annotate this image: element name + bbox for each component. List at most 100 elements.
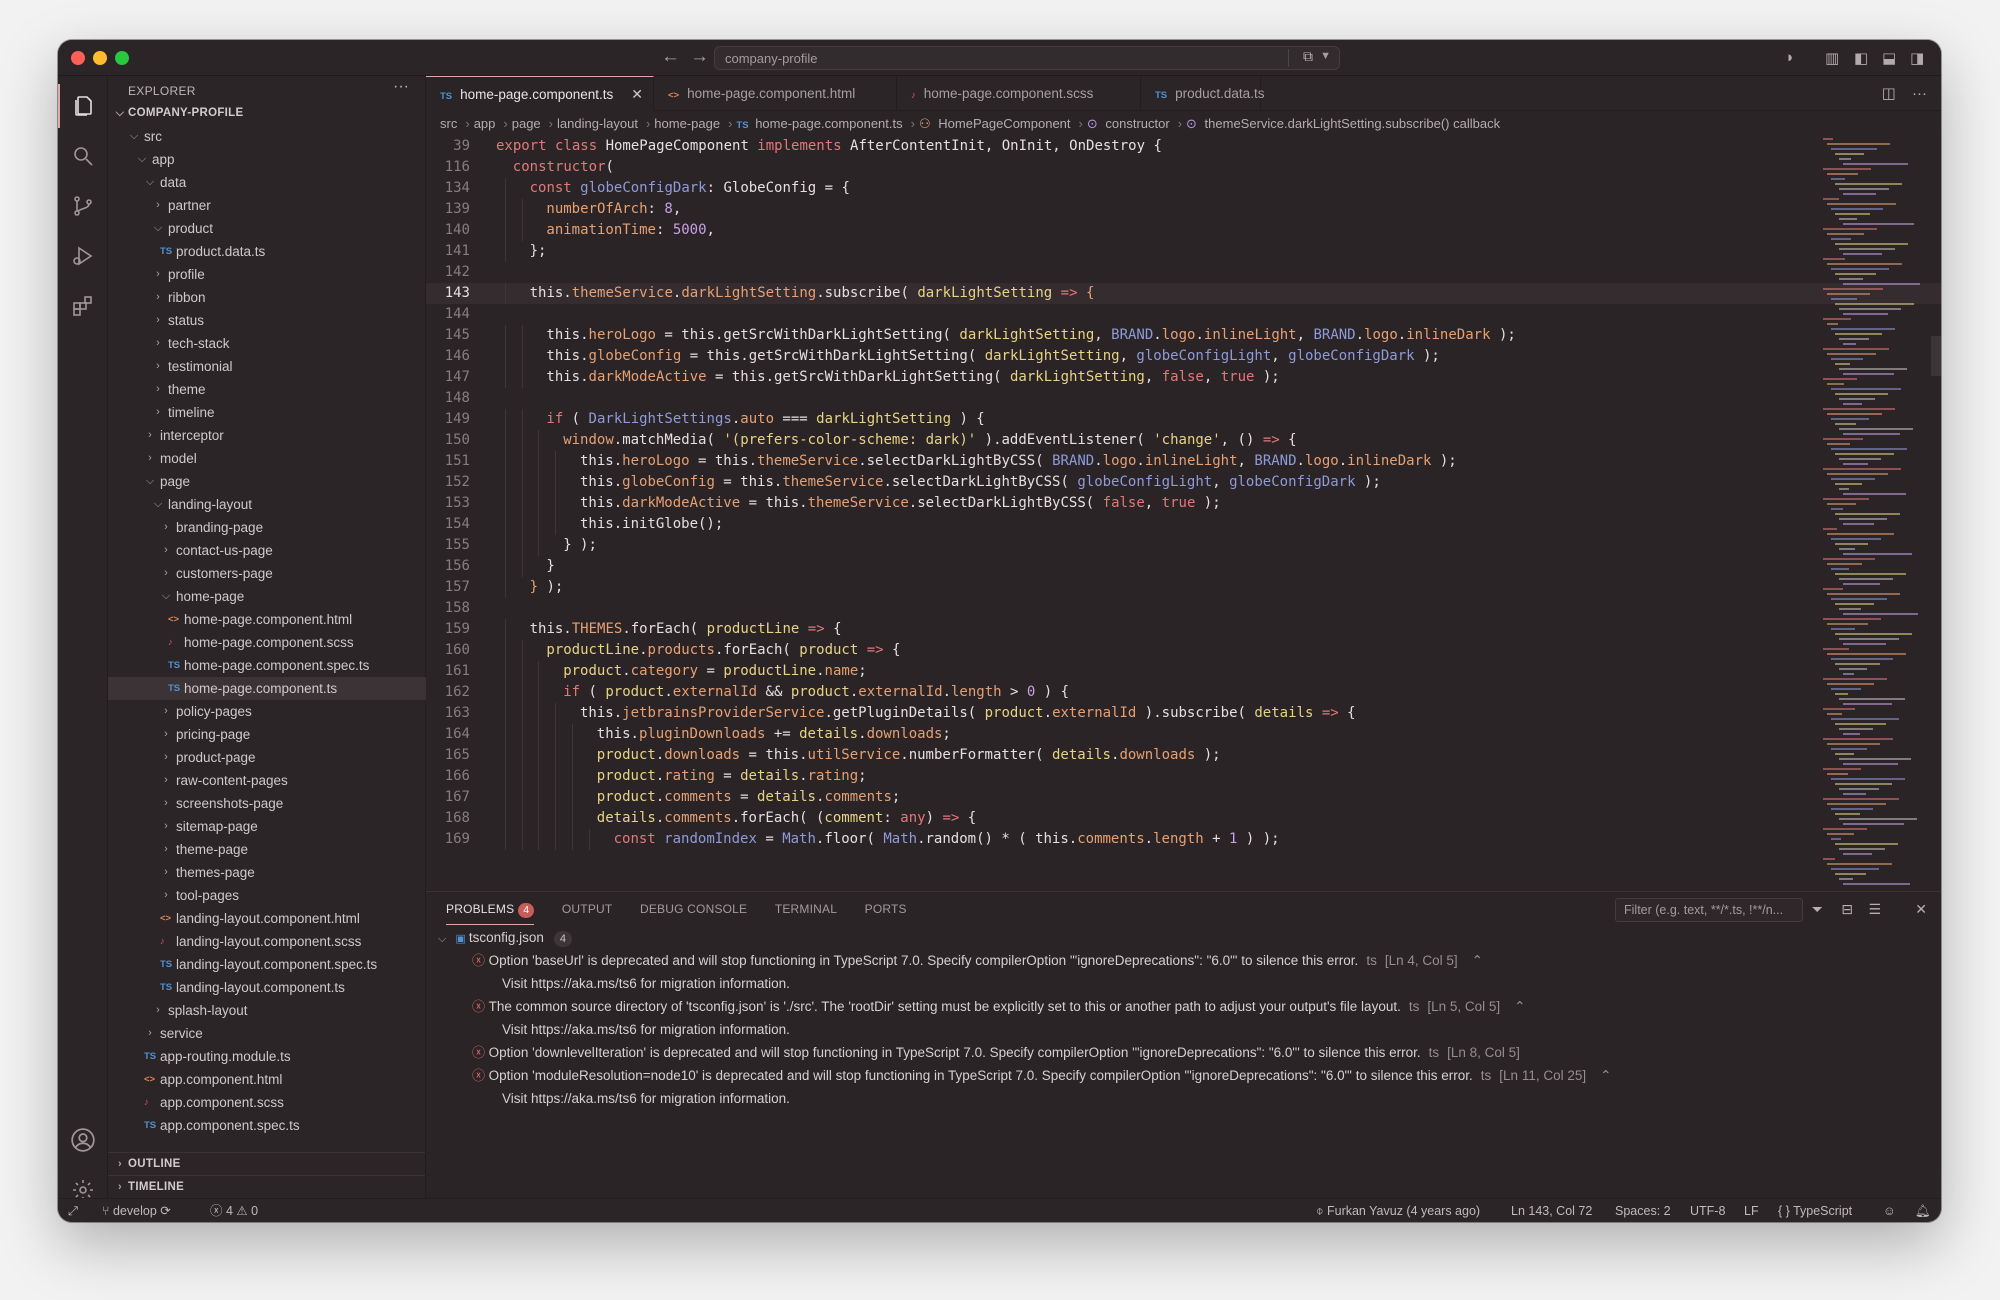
language-mode[interactable]: { } TypeScript xyxy=(1778,1199,1852,1222)
breadcrumb-item[interactable]: app xyxy=(474,116,496,131)
problems-file-row[interactable]: ⌵ ▣ tsconfig.json 4 xyxy=(438,926,573,951)
tree-folder[interactable]: › ribbon xyxy=(108,286,426,309)
tree-file[interactable]: TS product.data.ts xyxy=(108,240,426,263)
accounts-shield-icon[interactable]: ◑ xyxy=(1784,49,1793,66)
tree-folder[interactable]: › profile xyxy=(108,263,426,286)
tree-folder[interactable]: ⌵ src xyxy=(108,125,426,148)
code-line[interactable]: 39 export class HomePageComponent impleme… xyxy=(426,136,1941,157)
tree-file[interactable]: TS landing-layout.component.spec.ts xyxy=(108,953,426,976)
code-line[interactable]: 153 this.darkModeActive = this.themeServi… xyxy=(426,493,1941,514)
chevron-up-icon[interactable]: ⌃ xyxy=(1472,953,1483,968)
account-icon[interactable] xyxy=(58,1118,108,1162)
tree-folder[interactable]: › tech-stack xyxy=(108,332,426,355)
tree-folder[interactable]: › service xyxy=(108,1022,426,1045)
tree-file[interactable]: TS home-page.component.ts xyxy=(108,677,426,700)
customize-layout-icon[interactable]: ▥ xyxy=(1825,49,1839,67)
tree-folder[interactable]: › product-page xyxy=(108,746,426,769)
tree-folder[interactable]: › themes-page xyxy=(108,861,426,884)
workspace-root[interactable]: ⌵ COMPANY-PROFILE xyxy=(108,102,426,125)
tree-file[interactable]: TS landing-layout.component.ts xyxy=(108,976,426,999)
minimap[interactable] xyxy=(1819,138,1929,888)
tree-folder[interactable]: › sitemap-page xyxy=(108,815,426,838)
problem-item[interactable]: ⓧ The common source directory of 'tsconf… xyxy=(472,995,1525,1018)
code-line[interactable]: 161 product.category = productLine.name; xyxy=(426,661,1941,682)
tree-file[interactable]: <> home-page.component.html xyxy=(108,608,426,631)
code-line[interactable]: 162 if ( product.externalId && product.ex… xyxy=(426,682,1941,703)
indentation[interactable]: Spaces: 2 xyxy=(1615,1199,1671,1222)
tree-folder[interactable]: › raw-content-pages xyxy=(108,769,426,792)
breadcrumb-item[interactable]: src xyxy=(440,116,457,131)
tree-folder[interactable]: › customers-page xyxy=(108,562,426,585)
tree-folder[interactable]: ⌵ home-page xyxy=(108,585,426,608)
code-line[interactable]: 134 const globeConfigDark: GlobeConfig = … xyxy=(426,178,1941,199)
more-actions-icon[interactable]: ··· xyxy=(1912,85,1927,102)
toggle-panel-icon[interactable]: ⬓ xyxy=(1882,49,1896,67)
tree-folder[interactable]: ⌵ page xyxy=(108,470,426,493)
code-line[interactable]: 152 this.globeConfig = this.themeService.… xyxy=(426,472,1941,493)
tree-folder[interactable]: ⌵ product xyxy=(108,217,426,240)
code-line[interactable]: 139 numberOfArch: 8, xyxy=(426,199,1941,220)
editor-scrollbar[interactable] xyxy=(1931,336,1941,376)
notifications-bell-icon[interactable]: 🔔︎ xyxy=(1915,1199,1931,1222)
tree-folder[interactable]: › pricing-page xyxy=(108,723,426,746)
source-control-icon[interactable] xyxy=(58,184,108,228)
close-window-button[interactable] xyxy=(71,51,85,65)
code-line[interactable]: 163 this.jetbrainsProviderService.getPlug… xyxy=(426,703,1941,724)
tree-folder[interactable]: ⌵ data xyxy=(108,171,426,194)
code-line[interactable]: 165 product.downloads = this.utilService.… xyxy=(426,745,1941,766)
end-of-line[interactable]: LF xyxy=(1744,1199,1759,1222)
code-line[interactable]: 148 xyxy=(426,388,1941,409)
code-line[interactable]: 147 this.darkModeActive = this.getSrcWith… xyxy=(426,367,1941,388)
remote-icon[interactable]: ⤢ xyxy=(68,1199,78,1222)
chevron-up-icon[interactable]: ⌃ xyxy=(1514,999,1525,1014)
filter-icon[interactable]: ⏷ xyxy=(1812,901,1823,918)
breadcrumb-item[interactable]: page xyxy=(512,116,541,131)
tree-folder[interactable]: ⌵ app xyxy=(108,148,426,171)
code-line[interactable]: 151 this.heroLogo = this.themeService.sel… xyxy=(426,451,1941,472)
chevron-down-icon[interactable]: ▼ xyxy=(1320,50,1331,62)
close-panel-icon[interactable]: ✕ xyxy=(1915,901,1927,918)
tree-folder[interactable]: › contact-us-page xyxy=(108,539,426,562)
breadcrumb-item[interactable]: landing-layout xyxy=(557,116,638,131)
tree-folder[interactable]: › theme-page xyxy=(108,838,426,861)
tree-folder[interactable]: › branding-page xyxy=(108,516,426,539)
tab-problems[interactable]: PROBLEMS 4 xyxy=(446,902,535,925)
git-blame[interactable]: ⌽ Furkan Yavuz (4 years ago) xyxy=(1316,1199,1480,1222)
tree-folder[interactable]: › tool-pages xyxy=(108,884,426,907)
minimize-window-button[interactable] xyxy=(93,51,107,65)
code-line[interactable]: 150 window.matchMedia( '(prefers-color-sc… xyxy=(426,430,1941,451)
extensions-icon[interactable] xyxy=(58,284,108,328)
breadcrumb-item[interactable]: themeService.darkLightSetting.subscribe(… xyxy=(1205,116,1501,131)
code-line[interactable]: 169 const randomIndex = Math.floor( Math.… xyxy=(426,829,1941,850)
code-line[interactable]: 157} ); xyxy=(426,577,1941,598)
tree-file[interactable]: ♪ home-page.component.scss xyxy=(108,631,426,654)
tree-file[interactable]: TS app.component.spec.ts xyxy=(108,1114,426,1137)
code-line[interactable]: 155} ); xyxy=(426,535,1941,556)
explorer-icon[interactable] xyxy=(58,84,108,128)
code-line[interactable]: 142 xyxy=(426,262,1941,283)
view-as-list-icon[interactable]: ☰ xyxy=(1868,901,1881,918)
tree-file[interactable]: <> app.component.html xyxy=(108,1068,426,1091)
code-line[interactable]: 116 constructor( xyxy=(426,157,1941,178)
code-line[interactable]: 145 this.heroLogo = this.getSrcWithDarkLi… xyxy=(426,325,1941,346)
tab-ts-file[interactable]: TS home-page.component.ts ✕ xyxy=(426,76,654,111)
zoom-window-button[interactable] xyxy=(115,51,129,65)
back-arrow-icon[interactable]: ← xyxy=(661,46,680,68)
code-line[interactable]: 160 productLine.products.forEach( product… xyxy=(426,640,1941,661)
code-line[interactable]: 140 animationTime: 5000, xyxy=(426,220,1941,241)
chevron-up-icon[interactable]: ⌃ xyxy=(1600,1068,1611,1083)
search-icon[interactable] xyxy=(58,134,108,178)
toggle-secondary-sidebar-icon[interactable]: ◨ xyxy=(1910,49,1924,67)
tab-ts-file[interactable]: TS product.data.ts xyxy=(1141,76,1264,111)
tab-html-file[interactable]: <> home-page.component.html xyxy=(654,76,897,111)
tree-file[interactable]: ♪ app.component.scss xyxy=(108,1091,426,1114)
tree-folder[interactable]: › status xyxy=(108,309,426,332)
code-editor[interactable]: 39 export class HomePageComponent impleme… xyxy=(426,136,1941,891)
tree-folder[interactable]: › splash-layout xyxy=(108,999,426,1022)
copilot-icon[interactable]: ⧉ xyxy=(1303,48,1313,65)
copilot-status-icon[interactable]: ☺ xyxy=(1883,1199,1896,1222)
tab-scss-file[interactable]: ♪ home-page.component.scss xyxy=(897,76,1141,111)
problems-indicator[interactable]: ⓧ 4 ⚠ 0 xyxy=(210,1199,258,1222)
code-line[interactable]: 154 this.initGlobe(); xyxy=(426,514,1941,535)
code-line[interactable]: 146 this.globeConfig = this.getSrcWithDar… xyxy=(426,346,1941,367)
